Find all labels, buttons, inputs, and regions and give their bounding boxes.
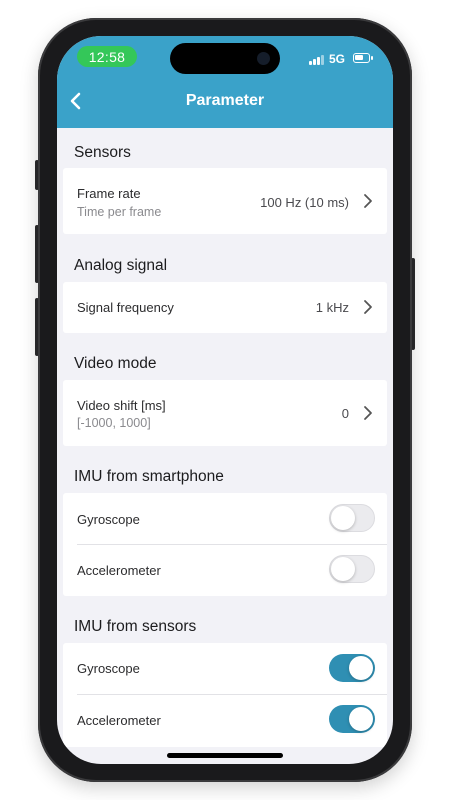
status-time: 12:58 (77, 46, 137, 67)
page-title: Parameter (185, 92, 265, 109)
network-label: 5G (329, 52, 346, 66)
dynamic-island (170, 43, 280, 74)
card-sensors: Frame rate Time per frame 100 Hz (10 ms) (63, 168, 387, 234)
card-video-mode: Video shift [ms] [-1000, 1000] 0 (63, 380, 387, 446)
signal-frequency-row[interactable]: Signal frequency 1 kHz (63, 282, 387, 333)
frame-rate-row[interactable]: Frame rate Time per frame 100 Hz (10 ms) (63, 168, 387, 234)
smartphone-accelerometer-toggle[interactable] (329, 555, 375, 583)
frame-rate-label: Frame rate (77, 186, 141, 201)
sensors-gyroscope-row: Gyroscope (63, 643, 387, 694)
video-shift-row[interactable]: Video shift [ms] [-1000, 1000] 0 (63, 380, 387, 446)
smartphone-accelerometer-label: Accelerometer (77, 563, 161, 578)
sensors-accelerometer-toggle[interactable] (329, 705, 375, 733)
video-shift-value: 0 (341, 406, 349, 421)
signal-icon (309, 55, 324, 65)
card-imu-sensors: Gyroscope Accelerometer (63, 643, 387, 747)
front-camera (257, 52, 270, 65)
signal-frequency-label: Signal frequency (77, 300, 174, 315)
section-title-imu-sensors: IMU from sensors (74, 618, 197, 635)
section-title-imu-smartphone: IMU from smartphone (74, 468, 224, 485)
smartphone-gyroscope-toggle[interactable] (329, 504, 375, 532)
smartphone-gyroscope-label: Gyroscope (77, 512, 140, 527)
sensors-accelerometer-label: Accelerometer (77, 713, 161, 728)
sensors-gyroscope-toggle[interactable] (329, 654, 375, 682)
section-title-sensors: Sensors (74, 144, 131, 161)
phone-screen: 12:58 5G Parameter Sensors Frame rate Ti… (57, 36, 393, 764)
sensors-accelerometer-row: Accelerometer (63, 695, 387, 746)
section-title-analog-signal: Analog signal (74, 257, 168, 274)
sensors-gyroscope-label: Gyroscope (77, 661, 140, 676)
home-indicator[interactable] (167, 753, 283, 758)
video-shift-sublabel: [-1000, 1000] (77, 416, 151, 430)
chevron-right-icon (364, 194, 372, 208)
smartphone-accelerometer-row: Accelerometer (63, 545, 387, 596)
frame-rate-sublabel: Time per frame (77, 205, 162, 219)
card-imu-smartphone: Gyroscope Accelerometer (63, 493, 387, 596)
battery-icon (353, 53, 373, 63)
section-title-video-mode: Video mode (74, 355, 157, 372)
app-header: 12:58 5G Parameter (57, 36, 393, 128)
smartphone-gyroscope-row: Gyroscope (63, 493, 387, 544)
chevron-right-icon (364, 406, 372, 420)
signal-frequency-value: 1 kHz (315, 300, 349, 315)
frame-rate-value: 100 Hz (10 ms) (260, 195, 349, 210)
card-analog-signal: Signal frequency 1 kHz (63, 282, 387, 333)
video-shift-label: Video shift [ms] (77, 398, 166, 413)
chevron-right-icon (364, 300, 372, 314)
